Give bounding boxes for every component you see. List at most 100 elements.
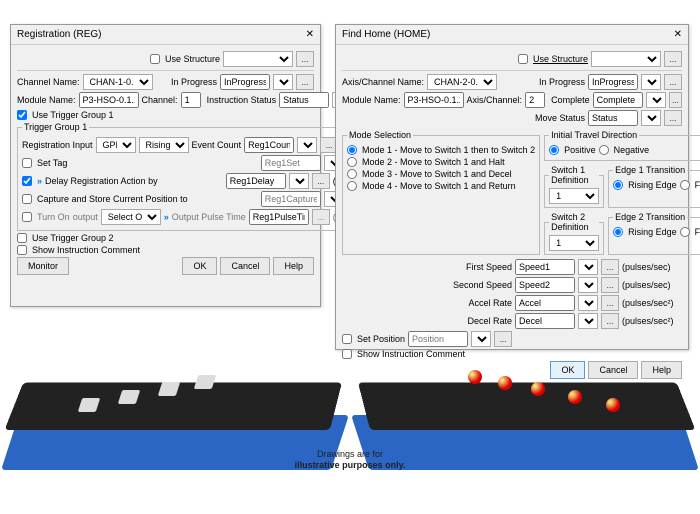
e2-falling-radio[interactable] bbox=[680, 227, 690, 237]
evtcount-field[interactable] bbox=[244, 137, 294, 153]
complete-more[interactable]: ... bbox=[669, 92, 682, 108]
e1-falling-label: Falling Edge bbox=[695, 180, 700, 190]
opt-field[interactable] bbox=[249, 209, 309, 225]
opt-more[interactable]: ... bbox=[312, 209, 330, 225]
structure-more-button[interactable]: ... bbox=[664, 51, 682, 67]
help-button[interactable]: Help bbox=[273, 257, 314, 275]
capture-check[interactable] bbox=[22, 194, 32, 204]
inprogress-label: In Progress bbox=[171, 77, 217, 87]
use-structure-check[interactable] bbox=[150, 54, 160, 64]
axis-field[interactable] bbox=[525, 92, 545, 108]
e1-legend: Edge 1 Transition bbox=[613, 165, 687, 175]
accel-more[interactable]: ... bbox=[601, 295, 619, 311]
caption-line1: Drawings are for bbox=[0, 449, 700, 461]
e1-falling-radio[interactable] bbox=[680, 180, 690, 190]
show-cmt-check[interactable] bbox=[342, 349, 352, 359]
complete-unit[interactable] bbox=[646, 92, 666, 108]
itd-legend: Initial Travel Direction bbox=[549, 130, 639, 140]
setpos-unit[interactable] bbox=[471, 331, 491, 347]
settag-check[interactable] bbox=[22, 158, 32, 168]
decel-unit[interactable] bbox=[578, 313, 598, 329]
complete-field[interactable] bbox=[593, 92, 643, 108]
help-button[interactable]: Help bbox=[641, 361, 682, 379]
use-structure-select[interactable] bbox=[591, 51, 661, 67]
setpos-field[interactable] bbox=[408, 331, 468, 347]
e1-rising-radio[interactable] bbox=[613, 180, 623, 190]
mode2-label: Mode 2 - Move to Switch 1 and Halt bbox=[362, 157, 505, 167]
inprogress-unit[interactable] bbox=[641, 74, 661, 90]
ok-button[interactable]: OK bbox=[550, 361, 585, 379]
show-cmt-label: Show Instruction Comment bbox=[357, 349, 465, 359]
use-structure-check[interactable] bbox=[518, 54, 528, 64]
module-name-field[interactable] bbox=[404, 92, 464, 108]
firstspeed-field[interactable] bbox=[515, 259, 575, 275]
module-name-label: Module Name: bbox=[342, 95, 401, 105]
accel-unit[interactable] bbox=[578, 295, 598, 311]
edge-select[interactable]: Rising Edge bbox=[139, 137, 189, 153]
mode3-radio[interactable] bbox=[347, 169, 357, 179]
delay-more[interactable]: ... bbox=[312, 173, 330, 189]
output-select[interactable]: Select Output bbox=[101, 209, 161, 225]
settag-label: Set Tag bbox=[37, 158, 67, 168]
instr-status-field[interactable] bbox=[279, 92, 329, 108]
decel-field[interactable] bbox=[515, 313, 575, 329]
use-tg2-check[interactable] bbox=[17, 233, 27, 243]
module-name-field[interactable] bbox=[79, 92, 139, 108]
axis-label: Axis/Channel: bbox=[467, 95, 523, 105]
channel-field[interactable] bbox=[181, 92, 201, 108]
structure-more-button[interactable]: ... bbox=[296, 51, 314, 67]
turnon-check[interactable] bbox=[22, 212, 32, 222]
movestatus-field[interactable] bbox=[588, 110, 638, 126]
show-cmt-check[interactable] bbox=[17, 245, 27, 255]
capture-field[interactable] bbox=[261, 191, 321, 207]
evtcount-unit[interactable] bbox=[297, 137, 317, 153]
setpos-more[interactable]: ... bbox=[494, 331, 512, 347]
inprogress-unit[interactable] bbox=[273, 74, 293, 90]
delay-field[interactable] bbox=[226, 173, 286, 189]
use-structure-label: Use Structure bbox=[533, 54, 588, 64]
firstspeed-more[interactable]: ... bbox=[601, 259, 619, 275]
use-tg1-check[interactable] bbox=[17, 110, 27, 120]
delay-check[interactable] bbox=[22, 176, 32, 186]
firstspeed-label: First Speed bbox=[466, 262, 512, 272]
ok-button[interactable]: OK bbox=[182, 257, 217, 275]
mode1-radio[interactable] bbox=[347, 145, 357, 155]
axis-name-select[interactable]: CHAN-2-0.1.2 bbox=[427, 74, 497, 90]
inprogress-more[interactable]: ... bbox=[296, 74, 314, 90]
negative-radio[interactable] bbox=[599, 145, 609, 155]
initial-travel-dir-group: Initial Travel Direction Positive Negati… bbox=[544, 130, 700, 161]
secondspeed-label: Second Speed bbox=[453, 280, 512, 290]
setpos-check[interactable] bbox=[342, 334, 352, 344]
delay-unit[interactable] bbox=[289, 173, 309, 189]
sw1-select[interactable]: 1 bbox=[549, 188, 599, 204]
movestatus-more[interactable]: ... bbox=[664, 110, 682, 126]
movestatus-unit[interactable] bbox=[641, 110, 661, 126]
close-icon[interactable]: ✕ bbox=[306, 29, 314, 40]
close-icon[interactable]: ✕ bbox=[674, 29, 682, 40]
monitor-button[interactable]: Monitor bbox=[17, 257, 69, 275]
decel-more[interactable]: ... bbox=[601, 313, 619, 329]
edge1-group: Edge 1 TransitionRising EdgeFalling Edge bbox=[608, 165, 700, 208]
secondspeed-more[interactable]: ... bbox=[601, 277, 619, 293]
turnon-label: Turn On bbox=[37, 212, 70, 222]
secondspeed-field[interactable] bbox=[515, 277, 575, 293]
reginput-select[interactable]: GPIn3 bbox=[96, 137, 136, 153]
inprogress-field[interactable] bbox=[588, 74, 638, 90]
positive-radio[interactable] bbox=[549, 145, 559, 155]
secondspeed-unit[interactable] bbox=[578, 277, 598, 293]
mode2-radio[interactable] bbox=[347, 157, 357, 167]
firstspeed-unit[interactable] bbox=[578, 259, 598, 275]
sw2-select[interactable]: 1 bbox=[549, 235, 599, 251]
cancel-button[interactable]: Cancel bbox=[588, 361, 638, 379]
mode4-radio[interactable] bbox=[347, 181, 357, 191]
inprogress-more[interactable]: ... bbox=[664, 74, 682, 90]
inprogress-field[interactable] bbox=[220, 74, 270, 90]
pps1: (pulses/sec) bbox=[622, 262, 682, 272]
channel-name-select[interactable]: CHAN-1-0.1.1 bbox=[83, 74, 153, 90]
e2-rising-radio[interactable] bbox=[613, 227, 623, 237]
settag-field[interactable] bbox=[261, 155, 321, 171]
cancel-button[interactable]: Cancel bbox=[220, 257, 270, 275]
use-tg1-label: Use Trigger Group 1 bbox=[32, 110, 114, 120]
use-structure-select[interactable] bbox=[223, 51, 293, 67]
accel-field[interactable] bbox=[515, 295, 575, 311]
